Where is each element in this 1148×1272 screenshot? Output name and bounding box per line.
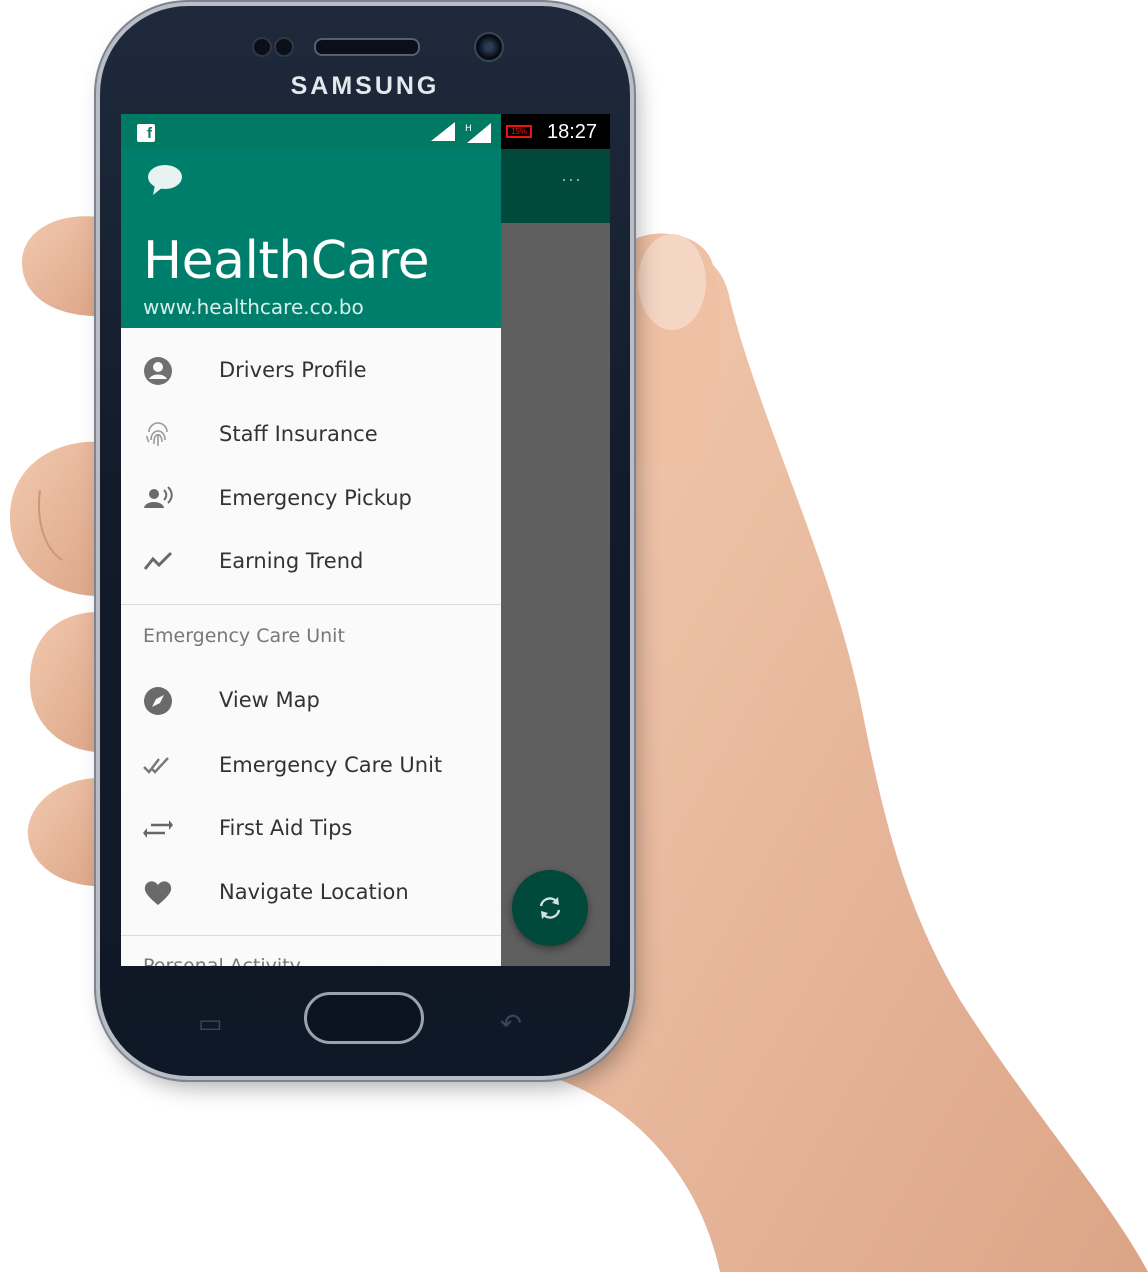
menu-item-drivers-profile[interactable]: Drivers Profile xyxy=(121,343,501,399)
menu-item-emergency-pickup[interactable]: Emergency Pickup xyxy=(121,471,501,527)
status-time: 18:27 xyxy=(547,121,598,143)
home-button[interactable] xyxy=(304,992,424,1044)
facebook-icon: f xyxy=(137,124,155,142)
drawer-header: HealthCare www.healthcare.co.bo xyxy=(121,149,501,328)
screen: f H 15% 18:27 ··· HealthCare www.healthc… xyxy=(121,114,610,966)
app-bar: ··· xyxy=(501,149,610,223)
record-voice-icon xyxy=(144,486,173,508)
divider xyxy=(121,604,501,605)
recent-apps-icon[interactable]: ▭ xyxy=(198,1008,223,1039)
status-bar: f H 15% 18:27 xyxy=(121,114,610,149)
chat-bubble-icon xyxy=(148,165,182,195)
signal-icon xyxy=(431,122,455,141)
sensor-dot xyxy=(252,37,272,57)
menu-item-label: Drivers Profile xyxy=(219,358,367,382)
network-signal-icon: H xyxy=(465,123,491,143)
svg-text:H: H xyxy=(465,124,472,134)
menu-item-navigate-location[interactable]: Navigate Location xyxy=(121,865,501,921)
app-title: HealthCare xyxy=(143,231,430,291)
battery-icon: 15% xyxy=(506,125,532,138)
compass-icon xyxy=(144,687,172,715)
menu-item-label: Staff Insurance xyxy=(219,422,378,446)
menu-item-staff-insurance[interactable]: Staff Insurance xyxy=(121,407,501,463)
sensor-dot xyxy=(274,37,294,57)
back-icon[interactable]: ↶ xyxy=(500,1008,522,1039)
double-check-icon xyxy=(143,757,169,774)
front-camera xyxy=(474,32,504,62)
menu-item-earning-trend[interactable]: Earning Trend xyxy=(121,534,501,590)
menu-item-label: Emergency Pickup xyxy=(219,486,412,510)
fingerprint-icon xyxy=(146,422,168,446)
menu-item-label: View Map xyxy=(219,688,320,712)
more-icon[interactable]: ··· xyxy=(561,169,582,190)
account-circle-icon xyxy=(144,357,172,385)
menu-item-emergency-care-unit[interactable]: Emergency Care Unit xyxy=(121,738,501,794)
menu-item-label: First Aid Tips xyxy=(219,816,353,840)
device-brand: SAMSUNG xyxy=(290,72,440,100)
menu-item-first-aid-tips[interactable]: First Aid Tips xyxy=(121,801,501,857)
section-title: Emergency Care Unit xyxy=(143,625,345,647)
menu-item-label: Earning Trend xyxy=(219,549,364,573)
heart-icon xyxy=(144,881,172,905)
refresh-fab[interactable] xyxy=(512,870,588,946)
earpiece-speaker xyxy=(314,38,420,56)
swap-arrows-icon xyxy=(143,820,173,838)
menu-item-label: Navigate Location xyxy=(219,880,409,904)
menu-item-label: Emergency Care Unit xyxy=(219,753,443,777)
refresh-icon xyxy=(539,897,561,919)
trending-icon xyxy=(143,551,173,570)
section-title: Personal Activity xyxy=(143,955,301,966)
divider xyxy=(121,935,501,936)
menu-item-view-map[interactable]: View Map xyxy=(121,673,501,729)
navigation-drawer: HealthCare www.healthcare.co.bo Drivers … xyxy=(121,149,501,966)
app-url: www.healthcare.co.bo xyxy=(143,295,364,319)
